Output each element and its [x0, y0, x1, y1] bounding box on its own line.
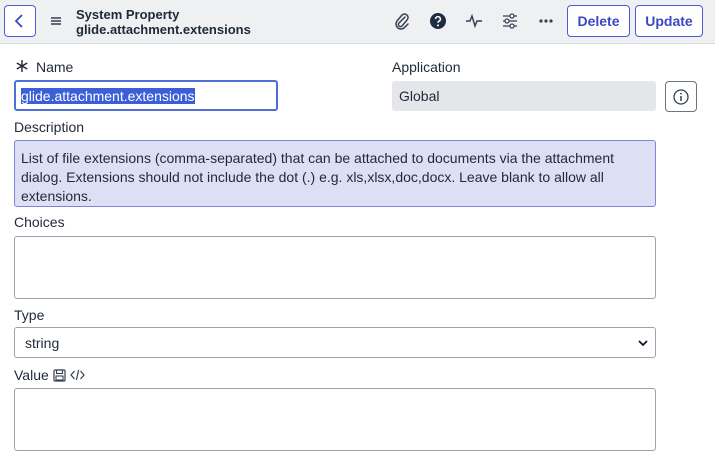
code-icon[interactable] [69, 369, 85, 381]
settings-sliders-icon[interactable] [500, 11, 520, 31]
type-label: Type [14, 307, 45, 323]
form-header: System Property glide.attachment.extensi… [0, 0, 715, 44]
record-name-title: glide.attachment.extensions [76, 22, 251, 37]
page-title: System Property glide.attachment.extensi… [76, 7, 251, 37]
paperclip-icon[interactable] [392, 11, 412, 31]
application-field: Global [392, 81, 656, 111]
update-button[interactable]: Update [635, 5, 703, 37]
required-asterisk-icon [15, 59, 29, 73]
more-icon[interactable] [536, 11, 556, 31]
choices-label: Choices [14, 214, 65, 230]
help-icon[interactable] [428, 11, 448, 31]
value-label-row: Value [14, 366, 85, 384]
record-type-title: System Property [76, 7, 180, 22]
value-label: Value [14, 367, 49, 383]
value-textarea[interactable] [14, 388, 656, 451]
application-info-button[interactable] [665, 81, 697, 112]
info-icon [673, 88, 689, 105]
name-label: Name [36, 59, 74, 75]
choices-textarea[interactable] [14, 236, 656, 299]
name-input-value: glide.attachment.extensions [21, 88, 195, 104]
description-label: Description [14, 119, 85, 135]
back-icon [14, 14, 23, 28]
chevron-down-icon [638, 340, 648, 347]
activity-icon[interactable] [464, 11, 484, 31]
back-button[interactable] [4, 5, 36, 37]
description-textarea[interactable]: List of file extensions (comma-separated… [14, 140, 656, 207]
type-select-value: string [25, 335, 60, 351]
type-select[interactable]: string [14, 327, 656, 358]
application-label: Application [392, 59, 461, 75]
save-icon[interactable] [53, 368, 66, 382]
menu-icon[interactable] [50, 14, 62, 26]
name-input[interactable]: glide.attachment.extensions [14, 80, 278, 111]
delete-button[interactable]: Delete [567, 5, 630, 37]
